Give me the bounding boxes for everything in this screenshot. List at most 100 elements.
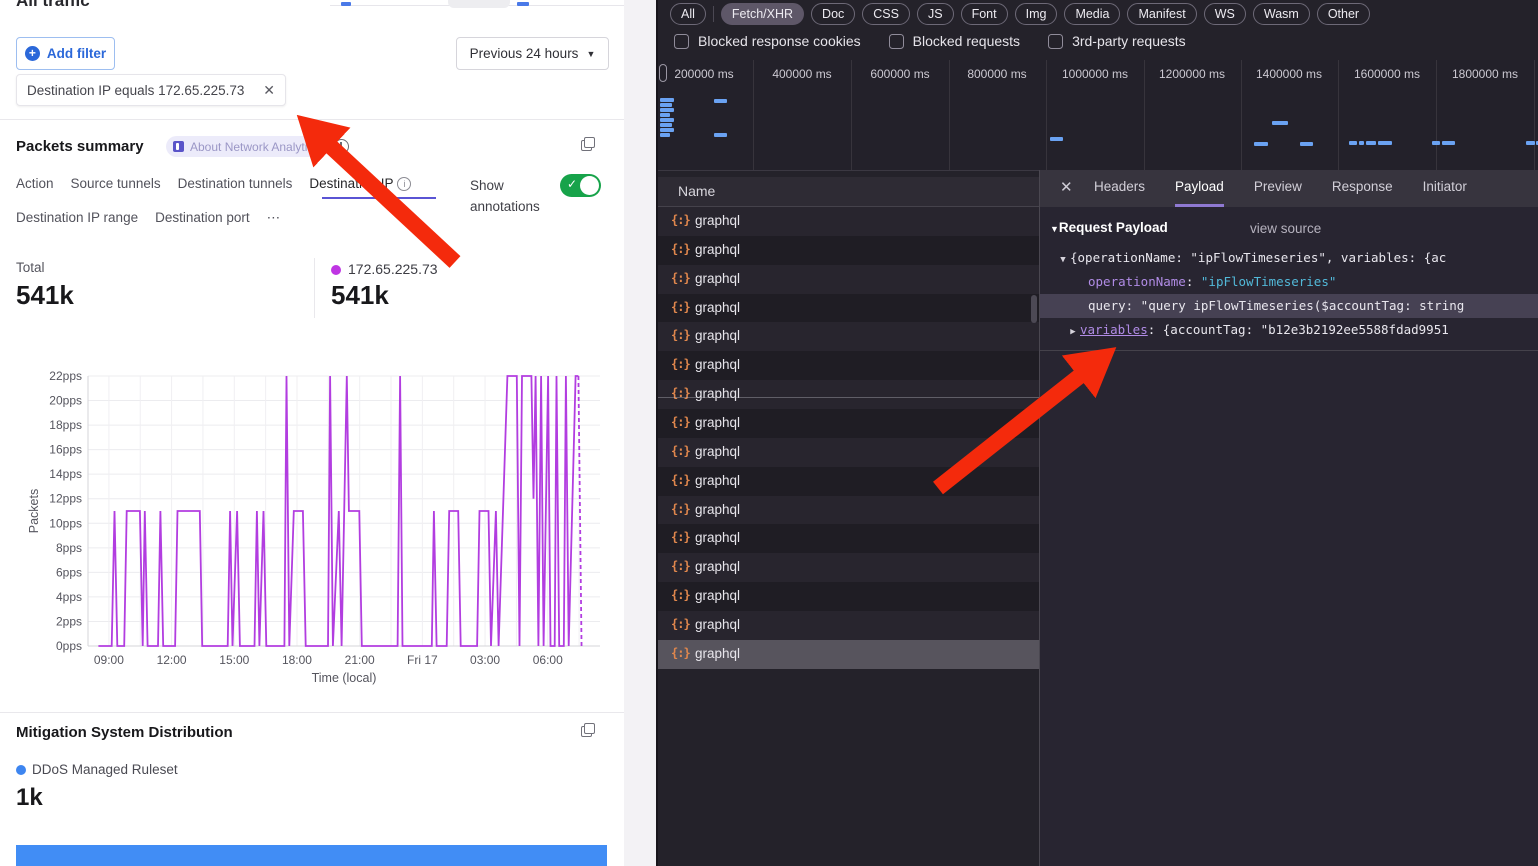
timeline-tick-label: 1600000 ms — [1354, 67, 1420, 81]
checkbox-box[interactable] — [674, 34, 689, 49]
request-timing-bar — [1300, 142, 1313, 146]
packets-tab-destination-tunnels[interactable]: Destination tunnels — [178, 176, 293, 191]
show-annotations-label: Show annotations — [470, 175, 552, 217]
request-payload-title: Request Payload — [1059, 220, 1168, 235]
request-row[interactable]: {:}graphql — [658, 409, 1039, 438]
request-row[interactable]: {:}graphql — [658, 207, 1039, 236]
request-row[interactable]: {:}graphql — [658, 467, 1039, 496]
section-divider — [0, 712, 624, 713]
network-filter-tab-other[interactable]: Other — [1317, 3, 1370, 25]
request-table-header[interactable]: Name — [658, 177, 1039, 207]
packets-tab-destination-ip[interactable]: Destination IPi — [309, 176, 411, 191]
payload-operation-line[interactable]: operationName: "ipFlowTimeseries" — [1088, 270, 1538, 294]
packets-tab-source-tunnels[interactable]: Source tunnels — [71, 176, 161, 191]
request-row[interactable]: {:}graphql — [658, 524, 1039, 553]
remove-filter-icon[interactable]: ✕ — [253, 82, 285, 99]
network-filter-tab-wasm[interactable]: Wasm — [1253, 3, 1310, 25]
expand-caret-icon[interactable]: ▶ — [1066, 320, 1080, 342]
request-row[interactable]: {:}graphql — [658, 640, 1039, 669]
network-filter-tab-media[interactable]: Media — [1064, 3, 1120, 25]
selected-tab-underline — [322, 197, 436, 199]
view-source-link[interactable]: view source — [1250, 221, 1321, 236]
packets-tab-destination-ip-range[interactable]: Destination IP range — [16, 210, 138, 226]
detail-tab-payload[interactable]: Payload — [1175, 170, 1224, 207]
timeline-gridline — [1534, 60, 1535, 170]
svg-text:16pps: 16pps — [49, 443, 82, 457]
request-name: graphql — [695, 530, 740, 545]
network-filter-tab-all[interactable]: All — [670, 3, 706, 25]
detail-tab-headers[interactable]: Headers — [1094, 170, 1145, 207]
packets-tab-destination-port[interactable]: Destination port — [155, 210, 250, 226]
detail-tabs: Headers Payload Preview Response Initiator — [1094, 170, 1467, 207]
packets-tab-action[interactable]: Action — [16, 176, 54, 191]
payload-variables-line[interactable]: ▶variables: {accountTag: "b12e3b2192ee55… — [1066, 318, 1538, 342]
network-filter-tab-font[interactable]: Font — [961, 3, 1008, 25]
mitigation-value: 1k — [16, 784, 43, 812]
json-request-icon: {:} — [671, 502, 690, 516]
time-range-dropdown[interactable]: Previous 24 hours ▼ — [456, 37, 609, 70]
series-legend-dot — [331, 265, 341, 275]
expand-card-icon[interactable] — [581, 723, 595, 737]
request-row[interactable]: {:}graphql — [658, 351, 1039, 380]
detail-tab-bar: ✕ Headers Payload Preview Response Initiator — [1040, 170, 1538, 207]
request-name: graphql — [695, 213, 740, 228]
payload-query-text: query: "query ipFlowTimeseries($accountT… — [1088, 298, 1464, 313]
json-request-icon: {:} — [671, 300, 690, 314]
request-name: graphql — [695, 357, 740, 372]
plus-icon: + — [25, 46, 40, 61]
network-filter-tab-js[interactable]: JS — [917, 3, 954, 25]
request-row[interactable]: {:}graphql — [658, 236, 1039, 265]
checkbox-blocked-response-cookies[interactable]: Blocked response cookies — [674, 33, 861, 49]
detail-tab-preview[interactable]: Preview — [1254, 170, 1302, 207]
network-filter-tab-fetch-xhr[interactable]: Fetch/XHR — [721, 3, 804, 25]
network-filter-tab-css[interactable]: CSS — [862, 3, 910, 25]
json-request-icon: {:} — [671, 588, 690, 602]
svg-text:2pps: 2pps — [56, 614, 82, 628]
annotations-toggle[interactable]: ✓ — [560, 174, 601, 197]
scrollbar-thumb[interactable] — [1031, 295, 1037, 323]
detail-tab-initiator[interactable]: Initiator — [1423, 170, 1467, 207]
request-name: graphql — [695, 444, 740, 459]
request-filter-checkboxes: Blocked response cookies Blocked requests… — [674, 33, 1186, 49]
expand-card-icon[interactable] — [581, 137, 595, 151]
timeline-tick-label: 800000 ms — [967, 67, 1026, 81]
payload-query-line[interactable]: query: "query ipFlowTimeseries($accountT… — [1088, 294, 1538, 318]
checkbox-box[interactable] — [1048, 34, 1063, 49]
about-network-analytics-badge[interactable]: About Network Analytics — [166, 136, 330, 157]
name-column-header[interactable]: Name — [678, 183, 715, 199]
request-type-filters: All Fetch/XHR Doc CSS JS Font Img Media Manifest… — [670, 3, 1370, 25]
network-filter-tab-img[interactable]: Img — [1015, 3, 1058, 25]
timeline-drag-handle[interactable] — [659, 64, 667, 82]
network-filter-tab-doc[interactable]: Doc — [811, 3, 855, 25]
close-icon[interactable]: ✕ — [1060, 178, 1073, 196]
request-row[interactable]: {:}graphql — [658, 380, 1039, 409]
filter-chip[interactable]: Destination IP equals 172.65.225.73 ✕ — [16, 74, 286, 106]
add-filter-button[interactable]: + Add filter — [16, 37, 115, 70]
network-overview-timeline[interactable]: 200000 ms400000 ms600000 ms800000 ms1000… — [658, 60, 1538, 171]
request-row[interactable]: {:}graphql — [658, 265, 1039, 294]
network-filter-tab-ws[interactable]: WS — [1204, 3, 1246, 25]
request-row[interactable]: {:}graphql — [658, 611, 1039, 640]
checkbox-blocked-requests[interactable]: Blocked requests — [889, 33, 1020, 49]
timeline-tick-label: 1800000 ms — [1452, 67, 1518, 81]
network-filter-tab-manifest[interactable]: Manifest — [1127, 3, 1196, 25]
request-row[interactable]: {:}graphql — [658, 294, 1039, 323]
checkbox-label: Blocked requests — [913, 33, 1020, 49]
request-row[interactable]: {:}graphql — [658, 553, 1039, 582]
request-row[interactable]: {:}graphql — [658, 582, 1039, 611]
checkbox-3rd-party-requests[interactable]: 3rd-party requests — [1048, 33, 1186, 49]
request-row[interactable]: {:}graphql — [658, 496, 1039, 525]
request-row[interactable]: {:}graphql — [658, 438, 1039, 467]
timeline-gridline — [851, 60, 852, 170]
request-payload-section[interactable]: ▼Request Payload — [1050, 220, 1168, 235]
checkbox-box[interactable] — [889, 34, 904, 49]
json-request-icon: {:} — [671, 617, 690, 631]
packets-tab-[interactable]: ⋯ — [267, 210, 281, 226]
svg-text:8pps: 8pps — [56, 541, 82, 555]
detail-tab-response[interactable]: Response — [1332, 170, 1393, 207]
request-row[interactable]: {:}graphql — [658, 322, 1039, 351]
packets-summary-title: Packets summary — [16, 138, 144, 155]
payload-root-line[interactable]: ▼{operationName: "ipFlowTimeseries", var… — [1056, 246, 1538, 270]
collapse-caret-icon[interactable]: ▼ — [1056, 248, 1070, 270]
svg-text:06:00: 06:00 — [533, 653, 563, 667]
